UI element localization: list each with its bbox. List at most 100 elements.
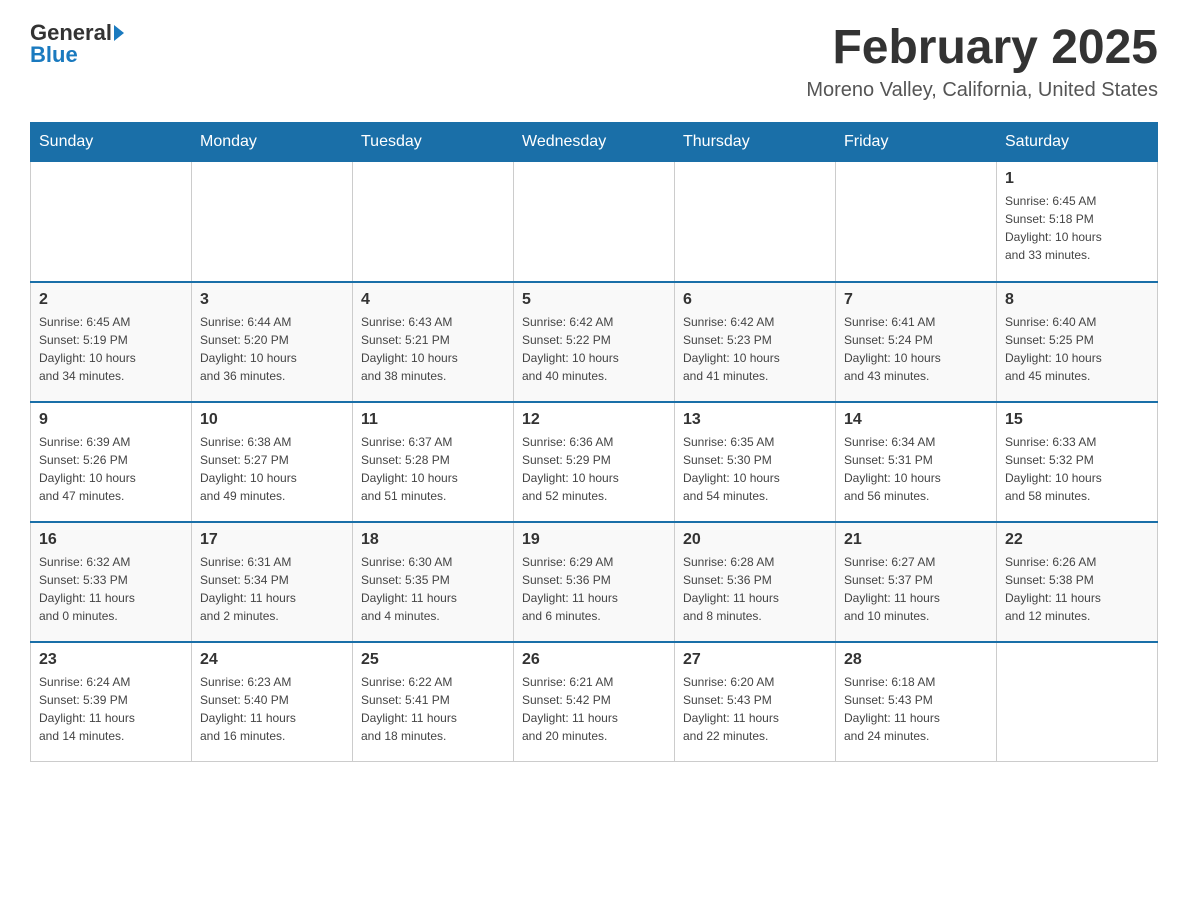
month-title: February 2025	[806, 20, 1158, 75]
day-headers-row: SundayMondayTuesdayWednesdayThursdayFrid…	[31, 123, 1158, 162]
day-info: Sunrise: 6:41 AM Sunset: 5:24 PM Dayligh…	[844, 313, 988, 385]
day-info: Sunrise: 6:29 AM Sunset: 5:36 PM Dayligh…	[522, 553, 666, 625]
calendar-cell	[836, 162, 997, 282]
day-info: Sunrise: 6:45 AM Sunset: 5:19 PM Dayligh…	[39, 313, 183, 385]
day-info: Sunrise: 6:26 AM Sunset: 5:38 PM Dayligh…	[1005, 553, 1149, 625]
logo-arrow-icon	[114, 25, 124, 41]
week-row-4: 16 Sunrise: 6:32 AM Sunset: 5:33 PM Dayli…	[31, 522, 1158, 642]
day-info: Sunrise: 6:35 AM Sunset: 5:30 PM Dayligh…	[683, 433, 827, 505]
calendar-cell: 20 Sunrise: 6:28 AM Sunset: 5:36 PM Dayli…	[675, 522, 836, 642]
day-number: 7	[844, 291, 988, 309]
day-header-saturday: Saturday	[997, 123, 1158, 162]
calendar-cell: 12Sunrise: 6:36 AM Sunset: 5:29 PM Dayli…	[514, 402, 675, 522]
day-info: Sunrise: 6:42 AM Sunset: 5:23 PM Dayligh…	[683, 313, 827, 385]
day-header-monday: Monday	[192, 123, 353, 162]
day-info: Sunrise: 6:28 AM Sunset: 5:36 PM Dayligh…	[683, 553, 827, 625]
day-number: 18	[361, 531, 505, 549]
day-info: Sunrise: 6:38 AM Sunset: 5:27 PM Dayligh…	[200, 433, 344, 505]
calendar-cell: 21 Sunrise: 6:27 AM Sunset: 5:37 PM Dayli…	[836, 522, 997, 642]
week-row-2: 2 Sunrise: 6:45 AM Sunset: 5:19 PM Daylig…	[31, 282, 1158, 402]
day-info: Sunrise: 6:39 AM Sunset: 5:26 PM Dayligh…	[39, 433, 183, 505]
logo-blue-text: Blue	[30, 42, 78, 68]
day-number: 26	[522, 651, 666, 669]
week-row-1: 1Sunrise: 6:45 AM Sunset: 5:18 PM Daylig…	[31, 162, 1158, 282]
calendar-cell: 13 Sunrise: 6:35 AM Sunset: 5:30 PM Dayli…	[675, 402, 836, 522]
day-number: 8	[1005, 291, 1149, 309]
calendar-cell: 9 Sunrise: 6:39 AM Sunset: 5:26 PM Daylig…	[31, 402, 192, 522]
day-number: 24	[200, 651, 344, 669]
day-header-thursday: Thursday	[675, 123, 836, 162]
day-number: 25	[361, 651, 505, 669]
calendar-cell: 17Sunrise: 6:31 AM Sunset: 5:34 PM Dayli…	[192, 522, 353, 642]
day-info: Sunrise: 6:42 AM Sunset: 5:22 PM Dayligh…	[522, 313, 666, 385]
day-number: 11	[361, 411, 505, 429]
calendar-cell	[353, 162, 514, 282]
day-header-friday: Friday	[836, 123, 997, 162]
calendar-cell: 8 Sunrise: 6:40 AM Sunset: 5:25 PM Daylig…	[997, 282, 1158, 402]
day-info: Sunrise: 6:18 AM Sunset: 5:43 PM Dayligh…	[844, 673, 988, 745]
calendar-cell	[997, 642, 1158, 762]
day-info: Sunrise: 6:23 AM Sunset: 5:40 PM Dayligh…	[200, 673, 344, 745]
day-number: 4	[361, 291, 505, 309]
calendar-cell	[192, 162, 353, 282]
day-info: Sunrise: 6:34 AM Sunset: 5:31 PM Dayligh…	[844, 433, 988, 505]
calendar-cell: 1Sunrise: 6:45 AM Sunset: 5:18 PM Daylig…	[997, 162, 1158, 282]
calendar-cell: 24 Sunrise: 6:23 AM Sunset: 5:40 PM Dayli…	[192, 642, 353, 762]
calendar-cell: 14Sunrise: 6:34 AM Sunset: 5:31 PM Dayli…	[836, 402, 997, 522]
day-header-tuesday: Tuesday	[353, 123, 514, 162]
day-info: Sunrise: 6:27 AM Sunset: 5:37 PM Dayligh…	[844, 553, 988, 625]
calendar-cell: 19 Sunrise: 6:29 AM Sunset: 5:36 PM Dayli…	[514, 522, 675, 642]
logo: General Blue	[30, 20, 124, 68]
calendar-cell: 27 Sunrise: 6:20 AM Sunset: 5:43 PM Dayli…	[675, 642, 836, 762]
calendar-cell	[31, 162, 192, 282]
title-area: February 2025 Moreno Valley, California,…	[806, 20, 1158, 102]
calendar-cell: 25 Sunrise: 6:22 AM Sunset: 5:41 PM Dayli…	[353, 642, 514, 762]
day-number: 28	[844, 651, 988, 669]
calendar-cell: 6 Sunrise: 6:42 AM Sunset: 5:23 PM Daylig…	[675, 282, 836, 402]
calendar-cell: 5 Sunrise: 6:42 AM Sunset: 5:22 PM Daylig…	[514, 282, 675, 402]
calendar-cell: 11 Sunrise: 6:37 AM Sunset: 5:28 PM Dayli…	[353, 402, 514, 522]
calendar-cell: 10 Sunrise: 6:38 AM Sunset: 5:27 PM Dayli…	[192, 402, 353, 522]
calendar-cell: 22Sunrise: 6:26 AM Sunset: 5:38 PM Dayli…	[997, 522, 1158, 642]
week-row-3: 9 Sunrise: 6:39 AM Sunset: 5:26 PM Daylig…	[31, 402, 1158, 522]
day-number: 21	[844, 531, 988, 549]
day-info: Sunrise: 6:36 AM Sunset: 5:29 PM Dayligh…	[522, 433, 666, 505]
calendar-cell: 7 Sunrise: 6:41 AM Sunset: 5:24 PM Daylig…	[836, 282, 997, 402]
day-number: 23	[39, 651, 183, 669]
day-number: 15	[1005, 411, 1149, 429]
calendar-cell: 28 Sunrise: 6:18 AM Sunset: 5:43 PM Dayli…	[836, 642, 997, 762]
day-info: Sunrise: 6:44 AM Sunset: 5:20 PM Dayligh…	[200, 313, 344, 385]
day-info: Sunrise: 6:21 AM Sunset: 5:42 PM Dayligh…	[522, 673, 666, 745]
calendar-cell	[514, 162, 675, 282]
day-header-wednesday: Wednesday	[514, 123, 675, 162]
day-number: 5	[522, 291, 666, 309]
day-number: 3	[200, 291, 344, 309]
day-number: 13	[683, 411, 827, 429]
day-number: 16	[39, 531, 183, 549]
day-info: Sunrise: 6:33 AM Sunset: 5:32 PM Dayligh…	[1005, 433, 1149, 505]
day-number: 6	[683, 291, 827, 309]
day-header-sunday: Sunday	[31, 123, 192, 162]
calendar-cell: 3 Sunrise: 6:44 AM Sunset: 5:20 PM Daylig…	[192, 282, 353, 402]
day-info: Sunrise: 6:22 AM Sunset: 5:41 PM Dayligh…	[361, 673, 505, 745]
day-info: Sunrise: 6:24 AM Sunset: 5:39 PM Dayligh…	[39, 673, 183, 745]
calendar-cell	[675, 162, 836, 282]
day-info: Sunrise: 6:20 AM Sunset: 5:43 PM Dayligh…	[683, 673, 827, 745]
day-number: 19	[522, 531, 666, 549]
calendar-cell: 26 Sunrise: 6:21 AM Sunset: 5:42 PM Dayli…	[514, 642, 675, 762]
day-number: 9	[39, 411, 183, 429]
day-number: 10	[200, 411, 344, 429]
day-info: Sunrise: 6:45 AM Sunset: 5:18 PM Dayligh…	[1005, 192, 1149, 264]
day-info: Sunrise: 6:30 AM Sunset: 5:35 PM Dayligh…	[361, 553, 505, 625]
calendar-cell: 16 Sunrise: 6:32 AM Sunset: 5:33 PM Dayli…	[31, 522, 192, 642]
calendar-cell: 18 Sunrise: 6:30 AM Sunset: 5:35 PM Dayli…	[353, 522, 514, 642]
day-info: Sunrise: 6:32 AM Sunset: 5:33 PM Dayligh…	[39, 553, 183, 625]
day-number: 2	[39, 291, 183, 309]
location-title: Moreno Valley, California, United States	[806, 79, 1158, 102]
week-row-5: 23 Sunrise: 6:24 AM Sunset: 5:39 PM Dayli…	[31, 642, 1158, 762]
day-info: Sunrise: 6:37 AM Sunset: 5:28 PM Dayligh…	[361, 433, 505, 505]
calendar-cell: 2 Sunrise: 6:45 AM Sunset: 5:19 PM Daylig…	[31, 282, 192, 402]
day-number: 27	[683, 651, 827, 669]
day-info: Sunrise: 6:40 AM Sunset: 5:25 PM Dayligh…	[1005, 313, 1149, 385]
day-number: 20	[683, 531, 827, 549]
